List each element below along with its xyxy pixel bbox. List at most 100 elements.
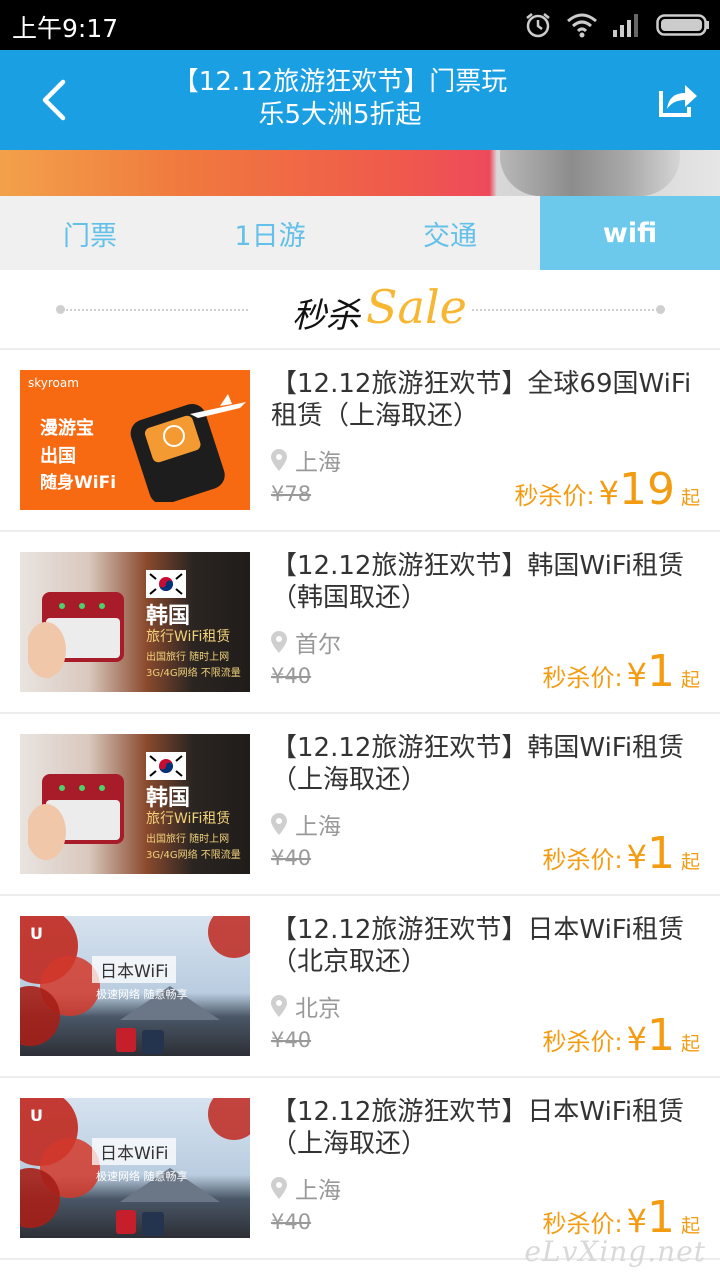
thumb-text: 旅行WiFi租赁 (146, 811, 231, 827)
thumb-text: 出国旅行 随时上网 (146, 834, 230, 845)
price-currency: ¥ (626, 656, 647, 694)
wifi-icon (567, 13, 597, 38)
page-title-line1: 【12.12旅游狂欢节】门票玩 (172, 67, 508, 97)
product-list: skyroam 漫游宝 出国 随身WiFi 【12.12旅游狂欢节】全球69国W… (0, 350, 720, 1260)
page-title-line2: 乐5大洲5折起 (258, 100, 422, 130)
original-price: ¥40 (271, 664, 312, 688)
product-title: 【12.12旅游狂欢节】全球69国WiFi租赁（上海取还） (271, 369, 692, 431)
thumb-logo: U (30, 924, 43, 943)
share-button[interactable] (654, 76, 702, 124)
product-thumbnail: 日本WiFi 极速网络 随意畅享 U (20, 1098, 250, 1238)
site-watermark: eLvXing.net (524, 1235, 706, 1268)
promo-banner[interactable] (0, 150, 720, 196)
wifi-device-image (28, 592, 124, 678)
list-item[interactable]: 韩国 旅行WiFi租赁 出国旅行 随时上网 3G/4G网络 不限流量 【12.1… (0, 714, 720, 896)
back-button[interactable] (26, 72, 82, 128)
divider-dot-right (656, 305, 665, 314)
status-icons (524, 10, 710, 40)
sale-price: 秒杀价: ¥19 起 (515, 464, 700, 515)
price-currency: ¥ (598, 474, 619, 512)
location-text: 上海 (295, 1178, 341, 1204)
page-title: 【12.12旅游狂欢节】门票玩 乐5大洲5折起 (130, 66, 550, 132)
sale-price: 秒杀价: ¥1 起 (543, 1010, 700, 1061)
status-bar: 上午9:17 (0, 0, 720, 50)
tab-transport[interactable]: 交通 (360, 196, 540, 270)
price-suffix: 起 (680, 851, 700, 873)
signal-icon (613, 14, 638, 37)
status-time: 上午9:17 (12, 14, 119, 43)
price-label: 秒杀价: (542, 846, 623, 874)
thumb-text: 3G/4G网络 不限流量 (146, 668, 241, 679)
product-title: 【12.12旅游狂欢节】韩国WiFi租赁（韩国取还） (271, 551, 685, 613)
product-location: 上海 (271, 807, 341, 841)
price-currency: ¥ (626, 1020, 647, 1058)
location-pin-icon (271, 1177, 287, 1199)
tab-tickets[interactable]: 门票 (0, 196, 180, 270)
product-title: 【12.12旅游狂欢节】韩国WiFi租赁（上海取还） (271, 733, 685, 795)
sale-section-header: 秒杀 Sale (0, 270, 720, 350)
app-header: 【12.12旅游狂欢节】门票玩 乐5大洲5折起 (0, 50, 720, 150)
price-label: 秒杀价: (542, 664, 623, 692)
wifi-device-image (130, 394, 246, 502)
product-thumbnail: 韩国 旅行WiFi租赁 出国旅行 随时上网 3G/4G网络 不限流量 (20, 552, 250, 692)
product-thumbnail: 日本WiFi 极速网络 随意畅享 U (20, 916, 250, 1056)
thumb-text: 出国 (40, 446, 76, 467)
price-label: 秒杀价: (514, 482, 595, 510)
price-suffix: 起 (680, 1033, 700, 1055)
divider-dot-left (56, 305, 65, 314)
thumb-brand: skyroam (28, 376, 79, 390)
product-location: 上海 (271, 1171, 341, 1205)
thumb-text: 日本WiFi (92, 956, 177, 983)
original-price: ¥78 (271, 482, 312, 506)
product-thumbnail: skyroam 漫游宝 出国 随身WiFi (20, 370, 250, 510)
list-item[interactable]: 韩国 旅行WiFi租赁 出国旅行 随时上网 3G/4G网络 不限流量 【12.1… (0, 532, 720, 714)
tab-day-tour[interactable]: 1日游 (180, 196, 360, 270)
thumb-logo: U (30, 1106, 43, 1125)
back-arrow-icon (42, 79, 66, 121)
location-pin-icon (271, 631, 287, 653)
sale-title: 秒杀 (292, 296, 360, 336)
product-title: 【12.12旅游狂欢节】日本WiFi租赁（北京取还） (271, 915, 685, 977)
sale-price: 秒杀价: ¥1 起 (543, 646, 700, 697)
thumb-text: 3G/4G网络 不限流量 (146, 850, 241, 861)
battery-icon (656, 14, 709, 36)
price-suffix: 起 (680, 487, 700, 509)
korea-flag-icon (146, 752, 186, 780)
thumb-text: 极速网络 随意畅享 (96, 988, 188, 1001)
sale-script-text: Sale (366, 280, 467, 334)
list-item[interactable]: 日本WiFi 极速网络 随意畅享 U 【12.12旅游狂欢节】日本WiFi租赁（… (0, 1078, 720, 1260)
tab-wifi[interactable]: wifi (540, 196, 720, 270)
price-value: 1 (646, 646, 675, 697)
sale-price: 秒杀价: ¥1 起 (543, 828, 700, 879)
thumb-text: 随身WiFi (40, 473, 117, 493)
price-value: 19 (618, 464, 675, 515)
list-item[interactable]: 日本WiFi 极速网络 随意畅享 U 【12.12旅游狂欢节】日本WiFi租赁（… (0, 896, 720, 1078)
list-item[interactable]: skyroam 漫游宝 出国 随身WiFi 【12.12旅游狂欢节】全球69国W… (0, 350, 720, 532)
korea-flag-icon (146, 570, 186, 598)
alarm-icon (526, 13, 550, 38)
price-label: 秒杀价: (542, 1210, 623, 1238)
location-text: 首尔 (295, 632, 341, 658)
location-pin-icon (271, 813, 287, 835)
price-value: 1 (646, 1010, 675, 1061)
location-pin-icon (271, 449, 287, 471)
thumb-text: 日本WiFi (92, 1138, 177, 1165)
product-title: 【12.12旅游狂欢节】日本WiFi租赁（上海取还） (271, 1097, 685, 1159)
thumb-text: 旅行WiFi租赁 (146, 629, 231, 645)
wifi-device-image (28, 774, 124, 860)
share-icon (659, 85, 697, 117)
thumb-text: 出国旅行 随时上网 (146, 652, 230, 663)
price-currency: ¥ (626, 838, 647, 876)
product-thumbnail: 韩国 旅行WiFi租赁 出国旅行 随时上网 3G/4G网络 不限流量 (20, 734, 250, 874)
location-text: 上海 (295, 450, 341, 476)
original-price: ¥40 (271, 846, 312, 870)
product-location: 首尔 (271, 625, 341, 659)
price-label: 秒杀价: (542, 1028, 623, 1056)
price-value: 1 (646, 828, 675, 879)
location-pin-icon (271, 995, 287, 1017)
location-text: 上海 (295, 814, 341, 840)
divider-left (58, 309, 248, 311)
divider-right (472, 309, 662, 311)
banner-figure-image (500, 150, 680, 196)
price-suffix: 起 (680, 669, 700, 691)
